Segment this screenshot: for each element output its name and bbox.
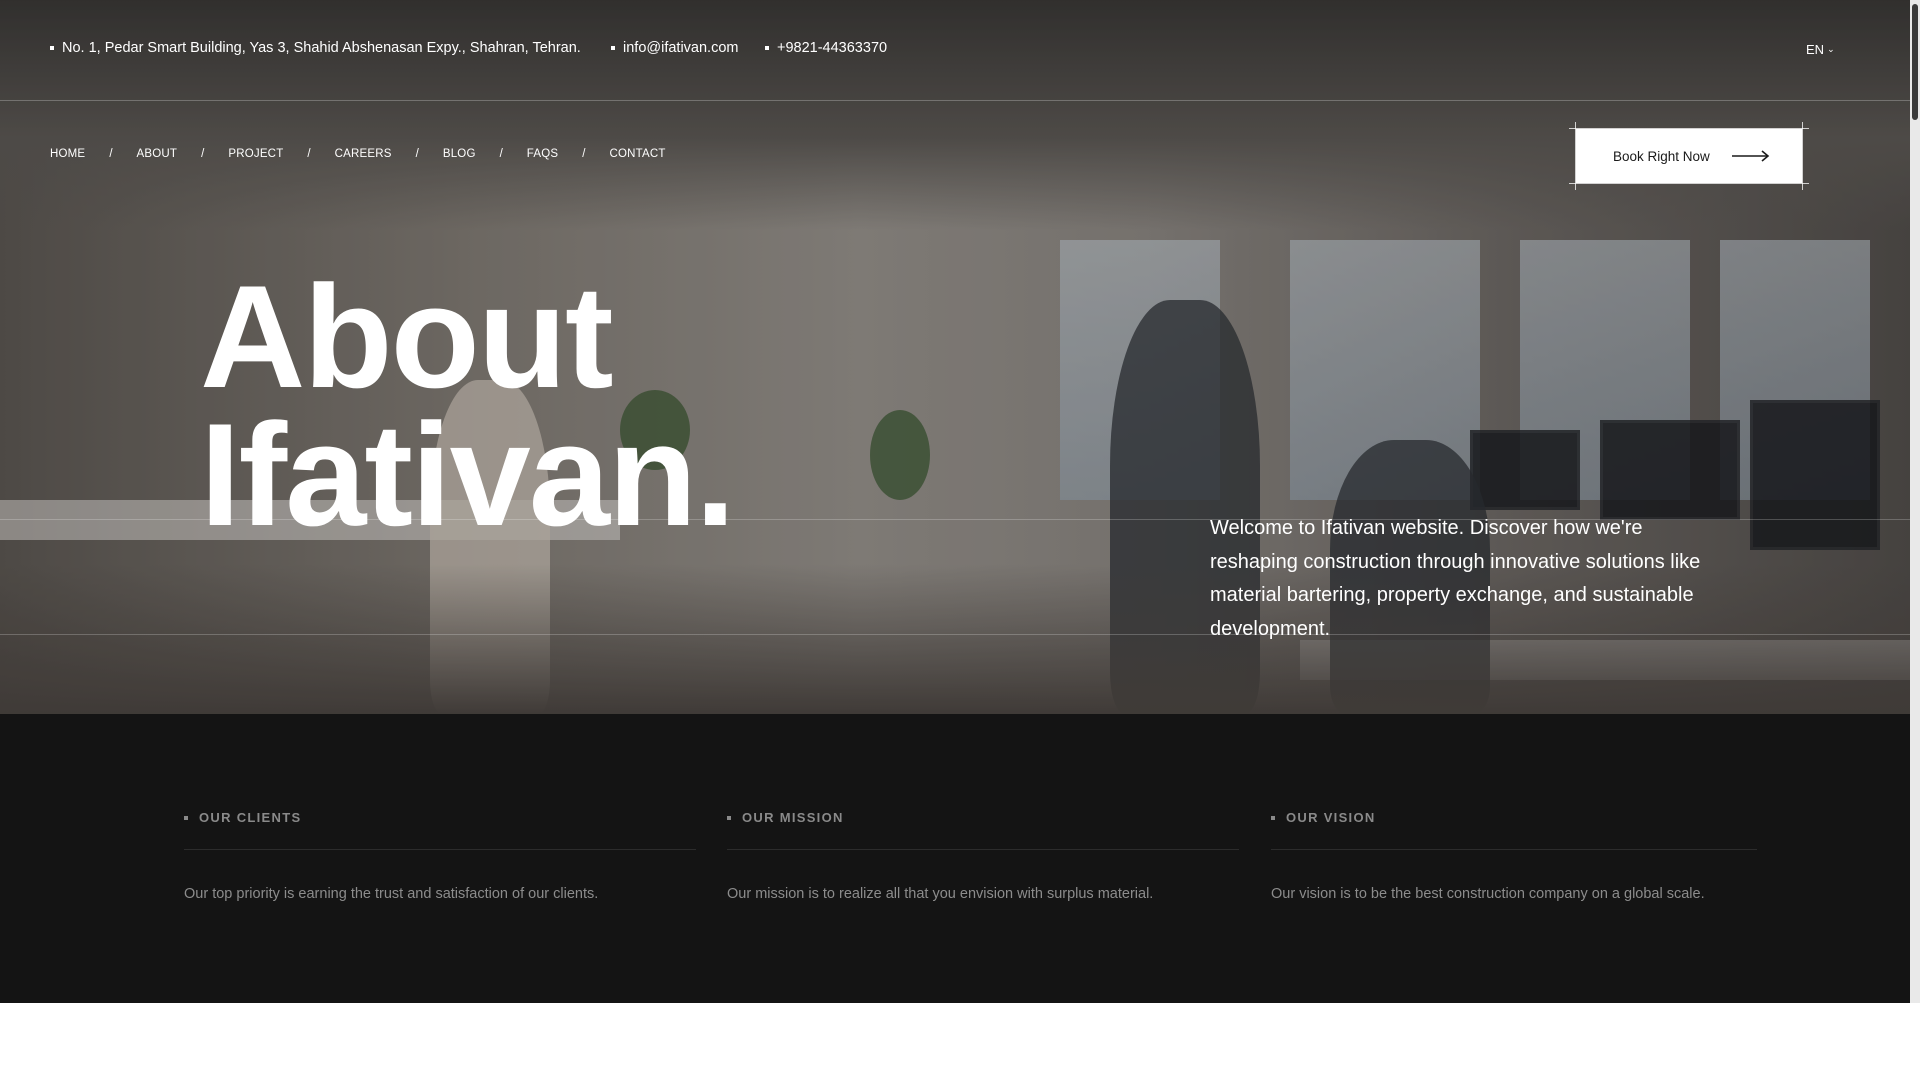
feature-divider	[184, 849, 696, 850]
phone-text[interactable]: +9821-44363370	[777, 40, 887, 56]
page-title-line-2: Ifativan.	[200, 393, 736, 556]
language-selector[interactable]: EN ⌄	[1806, 42, 1835, 57]
feature-mission: OUR MISSION Our mission is to realize al…	[727, 810, 1239, 902]
address-item: No. 1, Pedar Smart Building, Yas 3, Shah…	[50, 40, 581, 56]
chevron-down-icon: ⌄	[1827, 44, 1835, 54]
book-button-frame: Book Right Now	[1569, 122, 1809, 190]
bullet-icon	[611, 46, 615, 50]
feature-text: Our top priority is earning the trust an…	[184, 886, 599, 902]
feature-title: OUR CLIENTS	[199, 810, 302, 825]
book-right-now-button[interactable]: Book Right Now	[1576, 129, 1802, 183]
address-text: No. 1, Pedar Smart Building, Yas 3, Shah…	[62, 40, 581, 56]
feature-vision: OUR VISION Our vision is to be the best …	[1271, 810, 1757, 902]
nav-blog[interactable]: BLOG	[443, 148, 476, 160]
feature-title: OUR MISSION	[742, 810, 844, 825]
page-title: About Ifativan.	[200, 255, 736, 556]
feature-text: Our vision is to be the best constructio…	[1271, 886, 1705, 902]
bullet-icon	[727, 815, 731, 820]
nav-separator: /	[201, 148, 205, 160]
feature-clients: OUR CLIENTS Our top priority is earning …	[184, 810, 696, 902]
main-nav: HOME / ABOUT / PROJECT / CAREERS / BLOG …	[50, 148, 666, 160]
nav-careers[interactable]: CAREERS	[335, 148, 392, 160]
nav-about[interactable]: ABOUT	[137, 148, 178, 160]
long-arrow-right-icon	[1731, 150, 1770, 162]
page-scrollbar[interactable]	[1910, 0, 1920, 1003]
nav-faqs[interactable]: FAQS	[527, 148, 558, 160]
page-title-line-1: About	[200, 255, 614, 418]
email-link[interactable]: info@ifativan.com	[611, 40, 738, 56]
bullet-icon	[50, 46, 54, 50]
nav-separator: /	[582, 148, 586, 160]
scrollbar-thumb[interactable]	[1912, 4, 1918, 120]
nav-separator: /	[499, 148, 503, 160]
feature-text: Our mission is to realize all that you e…	[727, 886, 1154, 902]
bullet-icon	[765, 46, 769, 50]
feature-heading: OUR VISION	[1271, 810, 1757, 825]
nav-contact[interactable]: CONTACT	[609, 148, 665, 160]
nav-separator: /	[415, 148, 419, 160]
language-label[interactable]: EN	[1806, 42, 1824, 57]
feature-heading: OUR CLIENTS	[184, 810, 696, 825]
nav-separator: /	[109, 148, 113, 160]
feature-divider	[1271, 849, 1757, 850]
top-info-bar: No. 1, Pedar Smart Building, Yas 3, Shah…	[0, 0, 1910, 101]
nav-home[interactable]: HOME	[50, 148, 85, 160]
features-section: OUR CLIENTS Our top priority is earning …	[0, 714, 1910, 1003]
feature-divider	[727, 849, 1239, 850]
feature-title: OUR VISION	[1286, 810, 1376, 825]
bullet-icon	[184, 815, 188, 820]
nav-project[interactable]: PROJECT	[228, 148, 283, 160]
feature-heading: OUR MISSION	[727, 810, 1239, 825]
book-button-label[interactable]: Book Right Now	[1613, 149, 1710, 164]
nav-separator: /	[307, 148, 311, 160]
email-text[interactable]: info@ifativan.com	[623, 40, 738, 56]
phone-link[interactable]: +9821-44363370	[765, 40, 887, 56]
hero-section: No. 1, Pedar Smart Building, Yas 3, Shah…	[0, 0, 1910, 714]
bullet-icon	[1271, 815, 1275, 820]
hero-intro-text: Welcome to Ifativan website. Discover ho…	[1210, 517, 1701, 640]
